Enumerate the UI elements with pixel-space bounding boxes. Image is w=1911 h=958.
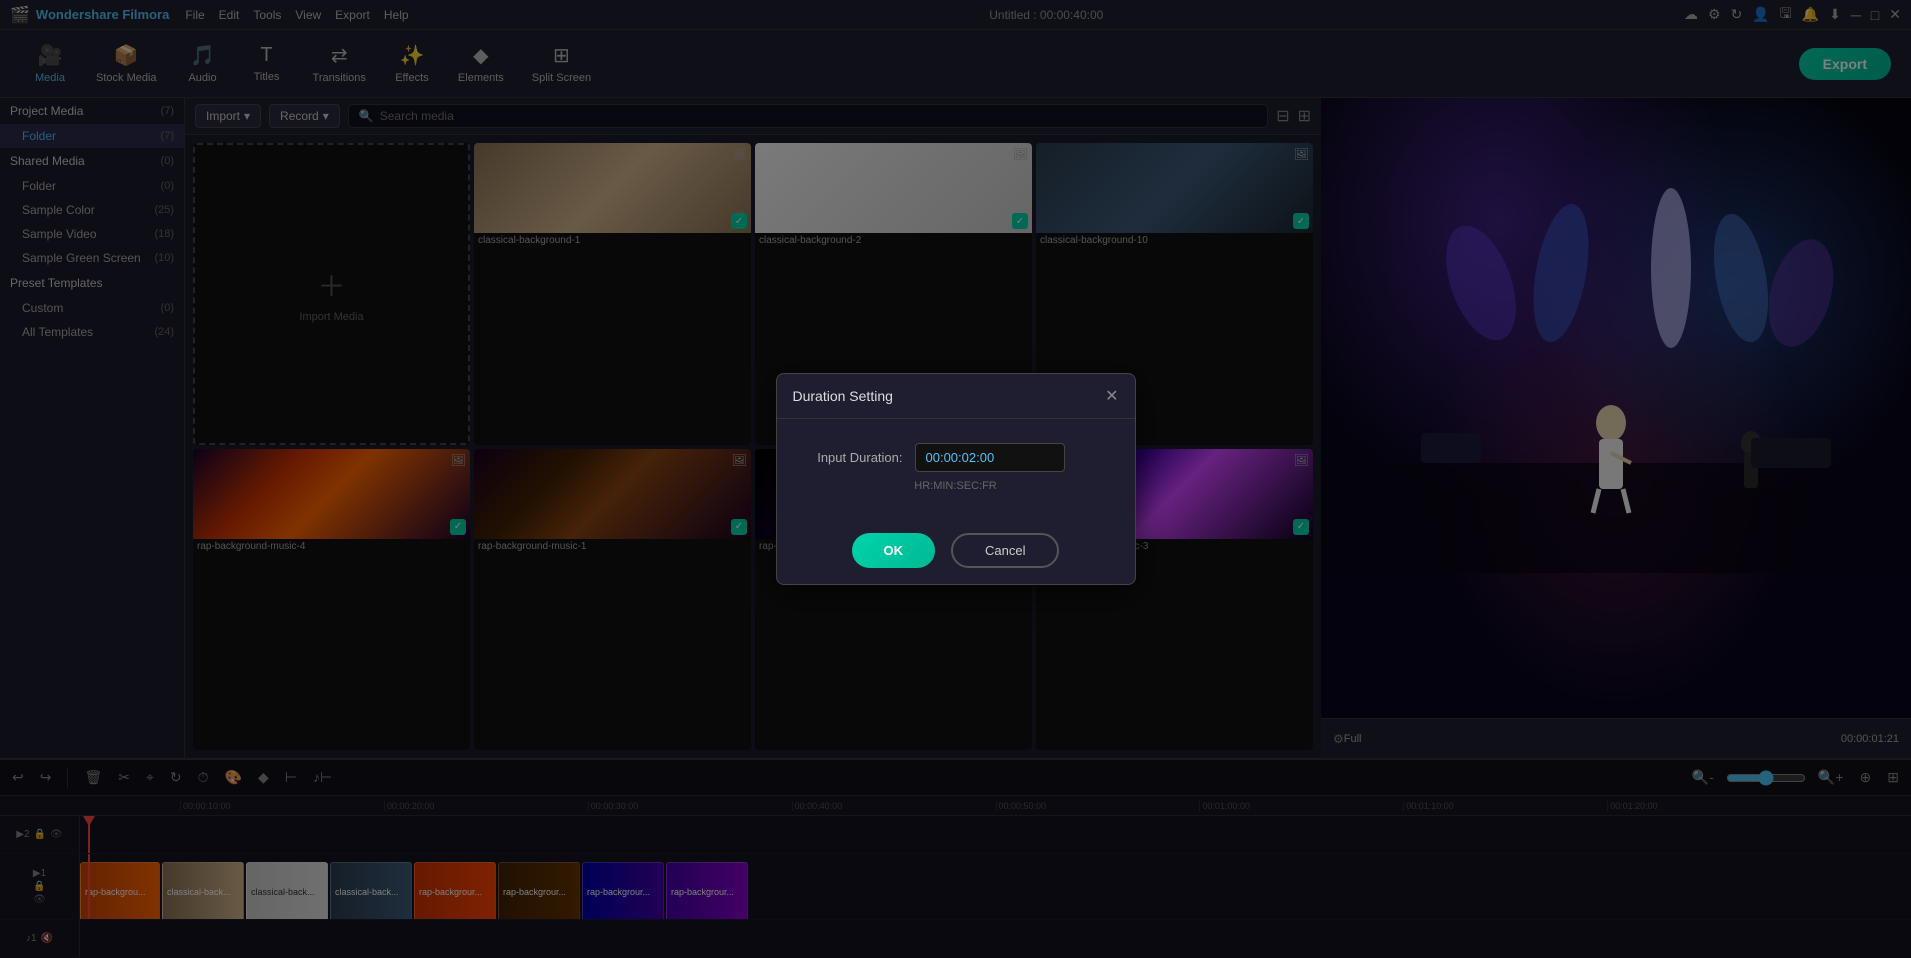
dialog-input-label: Input Duration: <box>793 450 903 465</box>
duration-input[interactable] <box>915 443 1065 472</box>
dialog-ok-button[interactable]: OK <box>852 533 936 568</box>
dialog-input-row: Input Duration: <box>793 443 1119 472</box>
dialog-title: Duration Setting <box>793 388 893 404</box>
dialog-hint: HR:MIN:SEC:FR <box>793 480 1119 492</box>
duration-dialog: Duration Setting ✕ Input Duration: HR:MI… <box>776 373 1136 585</box>
dialog-cancel-button[interactable]: Cancel <box>951 533 1059 568</box>
dialog-overlay: Duration Setting ✕ Input Duration: HR:MI… <box>0 0 1911 958</box>
dialog-footer: OK Cancel <box>777 516 1135 584</box>
dialog-close-button[interactable]: ✕ <box>1105 386 1118 406</box>
dialog-body: Input Duration: HR:MIN:SEC:FR <box>777 419 1135 516</box>
dialog-header: Duration Setting ✕ <box>777 374 1135 419</box>
